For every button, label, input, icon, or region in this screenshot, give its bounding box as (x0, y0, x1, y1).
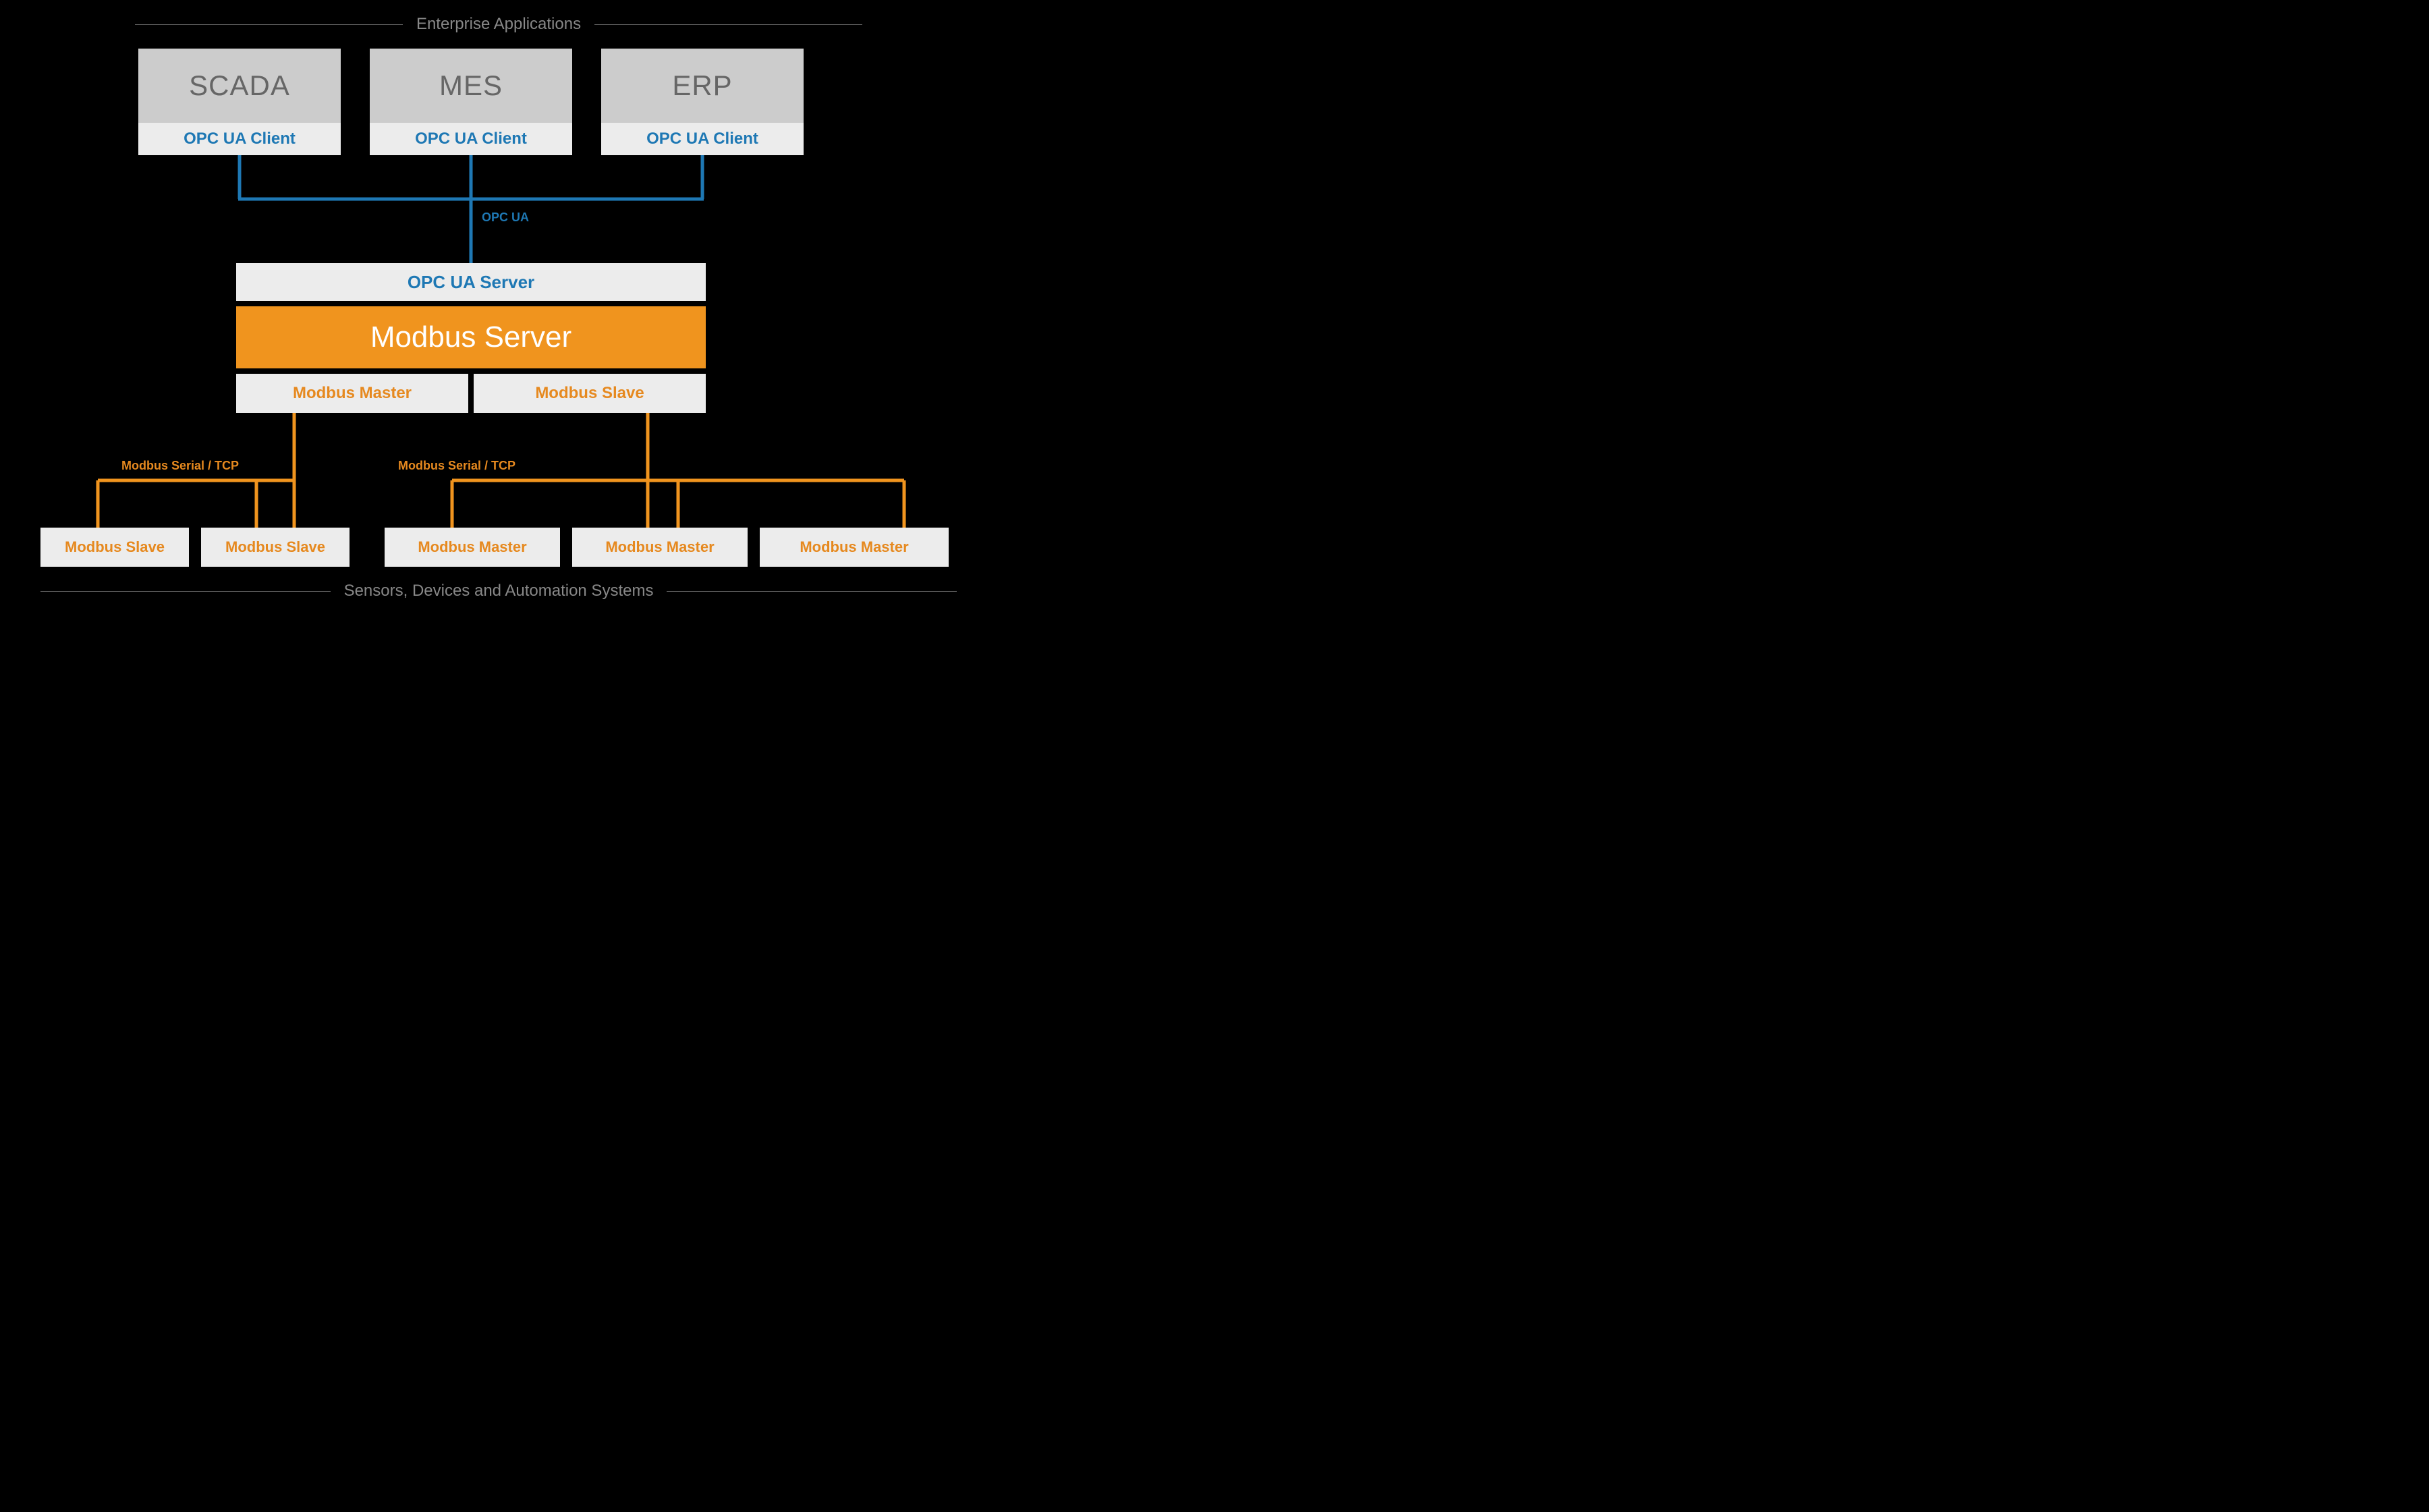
modbus-master-device: Modbus Master (385, 528, 560, 567)
modbus-link-label-right: Modbus Serial / TCP (398, 459, 515, 473)
section-top-label: Enterprise Applications (403, 15, 594, 34)
modbus-master-device: Modbus Master (760, 528, 949, 567)
app-client-label: OPC UA Client (646, 130, 758, 148)
app-client-erp: OPC UA Client (601, 123, 804, 155)
modbus-slave-box: Modbus Slave (474, 374, 706, 413)
device-label: Modbus Master (418, 538, 526, 556)
opc-ua-server-label: OPC UA Server (408, 272, 534, 293)
divider-line (135, 24, 403, 25)
divider-line (594, 24, 862, 25)
section-bottom-label: Sensors, Devices and Automation Systems (331, 582, 667, 600)
modbus-slave-device: Modbus Slave (201, 528, 350, 567)
app-box-erp: ERP (601, 49, 804, 123)
divider-line (40, 591, 331, 592)
modbus-server-box: Modbus Server (236, 306, 706, 368)
opc-ua-link-label: OPC UA (482, 211, 529, 225)
modbus-master-box: Modbus Master (236, 374, 468, 413)
device-label: Modbus Master (800, 538, 908, 556)
app-box-mes: MES (370, 49, 572, 123)
app-client-scada: OPC UA Client (138, 123, 341, 155)
section-divider-bottom: Sensors, Devices and Automation Systems (0, 582, 997, 600)
app-client-label: OPC UA Client (184, 130, 296, 148)
app-box-scada: SCADA (138, 49, 341, 123)
modbus-slave-label: Modbus Slave (535, 384, 644, 403)
device-label: Modbus Master (605, 538, 714, 556)
modbus-master-label: Modbus Master (293, 384, 412, 403)
divider-line (667, 591, 957, 592)
app-client-mes: OPC UA Client (370, 123, 572, 155)
device-label: Modbus Slave (225, 538, 325, 556)
section-divider-top: Enterprise Applications (0, 15, 997, 34)
modbus-master-device: Modbus Master (572, 528, 748, 567)
app-client-label: OPC UA Client (415, 130, 527, 148)
modbus-slave-device: Modbus Slave (40, 528, 189, 567)
app-name: MES (439, 69, 503, 102)
modbus-server-label: Modbus Server (370, 320, 571, 354)
device-label: Modbus Slave (65, 538, 165, 556)
app-name: SCADA (189, 69, 290, 102)
modbus-link-label-left: Modbus Serial / TCP (121, 459, 239, 473)
opc-ua-server-box: OPC UA Server (236, 263, 706, 301)
app-name: ERP (672, 69, 732, 102)
